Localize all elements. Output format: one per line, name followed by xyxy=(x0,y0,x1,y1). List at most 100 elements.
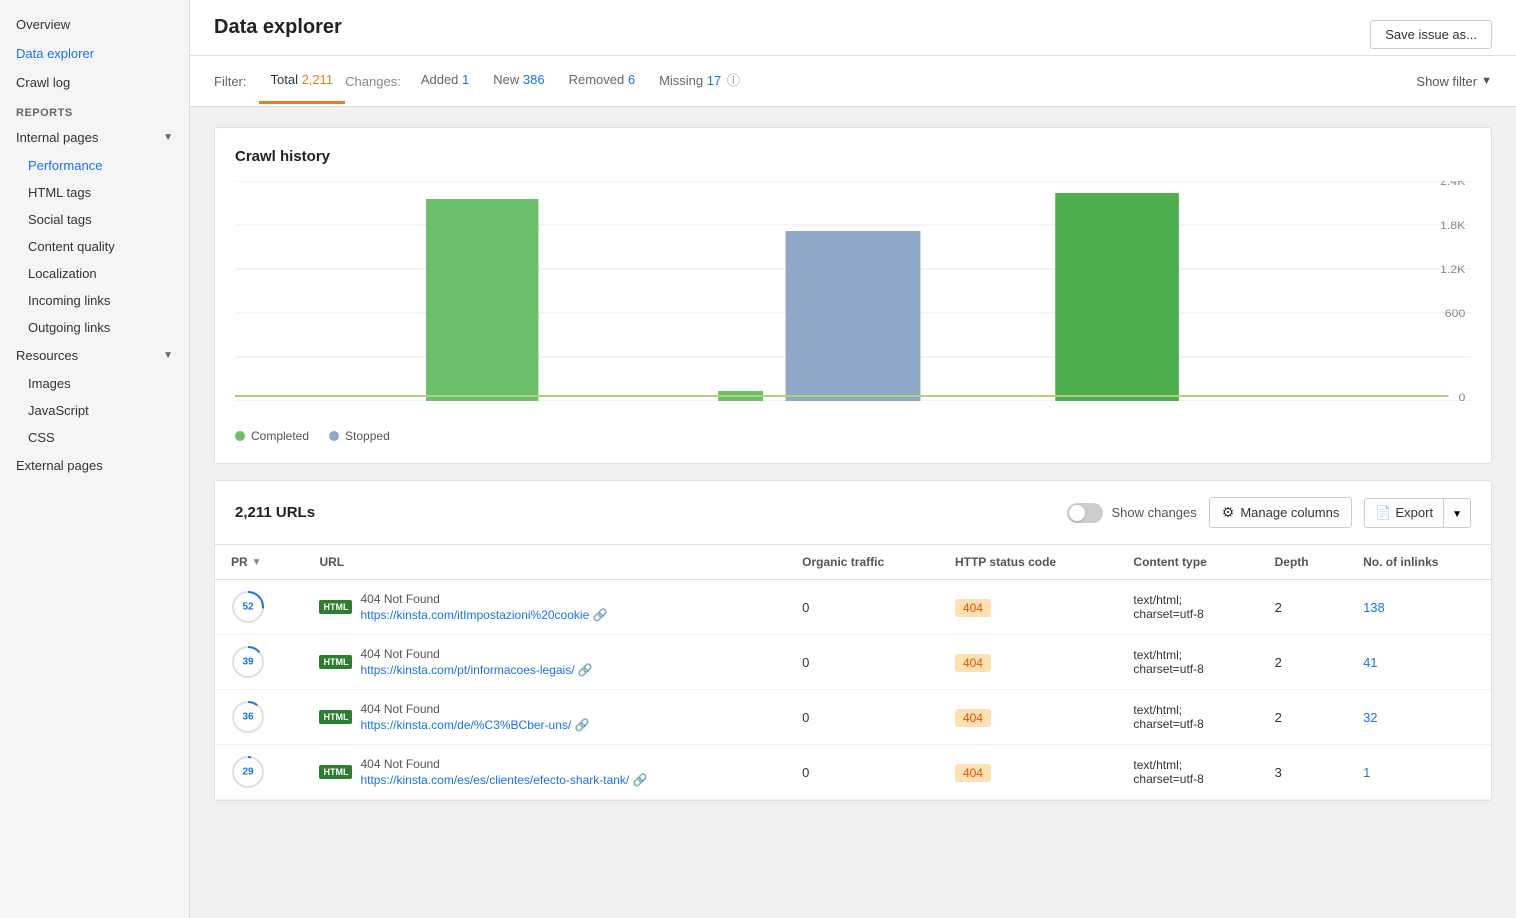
url-info: 404 Not Found https://kinsta.com/itImpos… xyxy=(360,592,607,622)
cell-pr: 36 xyxy=(215,690,303,745)
svg-text:600: 600 xyxy=(1445,308,1466,320)
sidebar-sub-localization[interactable]: Localization xyxy=(0,260,189,287)
url-status-text: 404 Not Found xyxy=(360,647,592,661)
sidebar-sub-outgoing-links[interactable]: Outgoing links xyxy=(0,314,189,341)
url-link[interactable]: https://kinsta.com/de/%C3%BCber-uns/ 🔗 xyxy=(360,718,589,732)
sidebar-item-overview[interactable]: Overview xyxy=(0,10,189,39)
legend-completed: Completed xyxy=(235,429,309,443)
sidebar-group-resources[interactable]: Resources ▼ xyxy=(0,341,189,370)
col-content[interactable]: Content type xyxy=(1117,545,1258,580)
sidebar-item-crawl-log[interactable]: Crawl log xyxy=(0,68,189,97)
table-row: 39 HTML 404 Not Found https://kinsta.com… xyxy=(215,635,1491,690)
cell-organic-traffic: 0 xyxy=(786,690,939,745)
reports-section-label: REPORTS xyxy=(0,97,189,123)
new-count: 386 xyxy=(523,72,545,87)
sidebar-item-external-pages[interactable]: External pages xyxy=(0,451,189,480)
url-info: 404 Not Found https://kinsta.com/es/es/c… xyxy=(360,757,647,787)
sidebar-sub-incoming-links[interactable]: Incoming links xyxy=(0,287,189,314)
filter-bar: Filter: Total 2,211 Changes: Added 1 New… xyxy=(190,56,1516,107)
cell-inlinks[interactable]: 41 xyxy=(1347,635,1491,690)
legend-stopped-label: Stopped xyxy=(345,429,390,443)
col-inlinks[interactable]: No. of inlinks xyxy=(1347,545,1491,580)
html-badge: HTML xyxy=(319,655,352,669)
filter-tab-total[interactable]: Total 2,211 xyxy=(259,58,346,104)
cell-depth: 3 xyxy=(1259,745,1347,800)
cell-http-status: 404 xyxy=(939,690,1117,745)
save-issue-button[interactable]: Save issue as... xyxy=(1370,20,1492,49)
http-status-badge: 404 xyxy=(955,599,991,617)
cell-content-type: text/html;charset=utf-8 xyxy=(1117,580,1258,635)
inlinks-link[interactable]: 41 xyxy=(1363,655,1377,670)
table-row: 36 HTML 404 Not Found https://kinsta.com… xyxy=(215,690,1491,745)
inlinks-link[interactable]: 138 xyxy=(1363,600,1385,615)
cell-content-type: text/html;charset=utf-8 xyxy=(1117,635,1258,690)
urls-controls: Show changes ⚙ Manage columns 📄 Export ▼ xyxy=(1067,497,1471,528)
removed-count: 6 xyxy=(628,72,635,87)
show-filter-button[interactable]: Show filter ▼ xyxy=(1416,60,1492,103)
export-icon: 📄 xyxy=(1375,505,1391,521)
cell-content-type: text/html;charset=utf-8 xyxy=(1117,745,1258,800)
filter-tabs: Filter: Total 2,211 Changes: Added 1 New… xyxy=(214,56,752,106)
html-badge: HTML xyxy=(319,710,352,724)
col-url[interactable]: URL xyxy=(303,545,786,580)
sidebar-sub-images[interactable]: Images xyxy=(0,370,189,397)
col-depth[interactable]: Depth xyxy=(1259,545,1347,580)
show-changes-toggle[interactable] xyxy=(1067,503,1103,523)
show-changes-toggle-wrap: Show changes xyxy=(1067,503,1196,523)
filter-tab-new[interactable]: New 386 xyxy=(481,58,556,104)
content-area: Crawl history 2.4K 1.8K 1.2K 600 0 xyxy=(190,107,1516,821)
added-count: 1 xyxy=(462,72,469,87)
filter-tab-removed[interactable]: Removed 6 xyxy=(557,58,647,104)
sidebar-sub-html-tags[interactable]: HTML tags xyxy=(0,179,189,206)
export-dropdown-button[interactable]: ▼ xyxy=(1444,498,1471,528)
sidebar-sub-javascript[interactable]: JavaScript xyxy=(0,397,189,424)
col-http[interactable]: HTTP status code xyxy=(939,545,1117,580)
inlinks-link[interactable]: 32 xyxy=(1363,710,1377,725)
internal-pages-arrow-icon: ▼ xyxy=(163,132,173,143)
url-link[interactable]: https://kinsta.com/itImpostazioni%20cook… xyxy=(360,608,607,622)
sidebar-sub-css[interactable]: CSS xyxy=(0,424,189,451)
url-link[interactable]: https://kinsta.com/es/es/clientes/efecto… xyxy=(360,773,647,787)
http-status-badge: 404 xyxy=(955,654,991,672)
urls-section: 2,211 URLs Show changes ⚙ Manage columns xyxy=(214,480,1492,801)
cell-inlinks[interactable]: 138 xyxy=(1347,580,1491,635)
cell-url: HTML 404 Not Found https://kinsta.com/es… xyxy=(303,745,786,800)
cell-http-status: 404 xyxy=(939,635,1117,690)
chart-title: Crawl history xyxy=(235,148,1471,165)
sidebar-sub-social-tags[interactable]: Social tags xyxy=(0,206,189,233)
filter-tab-added[interactable]: Added 1 xyxy=(409,58,481,104)
export-button[interactable]: 📄 Export xyxy=(1364,498,1444,528)
cell-inlinks[interactable]: 32 xyxy=(1347,690,1491,745)
cell-inlinks[interactable]: 1 xyxy=(1347,745,1491,800)
col-pr[interactable]: PR ▼ xyxy=(215,545,303,580)
cell-content-type: text/html;charset=utf-8 xyxy=(1117,690,1258,745)
manage-columns-label: Manage columns xyxy=(1240,505,1339,520)
toggle-knob xyxy=(1069,505,1085,521)
sidebar-sub-performance[interactable]: Performance xyxy=(0,152,189,179)
sidebar-item-data-explorer[interactable]: Data explorer xyxy=(0,39,189,68)
col-organic[interactable]: Organic traffic xyxy=(786,545,939,580)
cell-http-status: 404 xyxy=(939,580,1117,635)
inlinks-link[interactable]: 1 xyxy=(1363,765,1370,780)
html-badge: HTML xyxy=(319,765,352,779)
sidebar-group-internal-pages[interactable]: Internal pages ▼ xyxy=(0,123,189,152)
url-info: 404 Not Found https://kinsta.com/pt/info… xyxy=(360,647,592,677)
table-row: 29 HTML 404 Not Found https://kinsta.com… xyxy=(215,745,1491,800)
export-dropdown-icon: ▼ xyxy=(1452,509,1462,520)
url-link[interactable]: https://kinsta.com/pt/informacoes-legais… xyxy=(360,663,592,677)
cell-depth: 2 xyxy=(1259,580,1347,635)
page-header: Data explorer Save issue as... xyxy=(190,0,1516,56)
filter-tab-missing[interactable]: Missing 17 ⓘ xyxy=(647,56,752,106)
cell-url: HTML 404 Not Found https://kinsta.com/it… xyxy=(303,580,786,635)
col-pr-label: PR xyxy=(231,555,248,569)
sidebar-sub-content-quality[interactable]: Content quality xyxy=(0,233,189,260)
svg-text:1.8K: 1.8K xyxy=(1440,220,1466,232)
manage-columns-button[interactable]: ⚙ Manage columns xyxy=(1209,497,1353,528)
chart-section: Crawl history 2.4K 1.8K 1.2K 600 0 xyxy=(214,127,1492,464)
urls-count-title: 2,211 URLs xyxy=(235,504,315,521)
filter-label: Filter: xyxy=(214,60,247,103)
legend-stopped: Stopped xyxy=(329,429,390,443)
cell-http-status: 404 xyxy=(939,745,1117,800)
cell-url: HTML 404 Not Found https://kinsta.com/pt… xyxy=(303,635,786,690)
gear-icon: ⚙ xyxy=(1222,504,1235,521)
